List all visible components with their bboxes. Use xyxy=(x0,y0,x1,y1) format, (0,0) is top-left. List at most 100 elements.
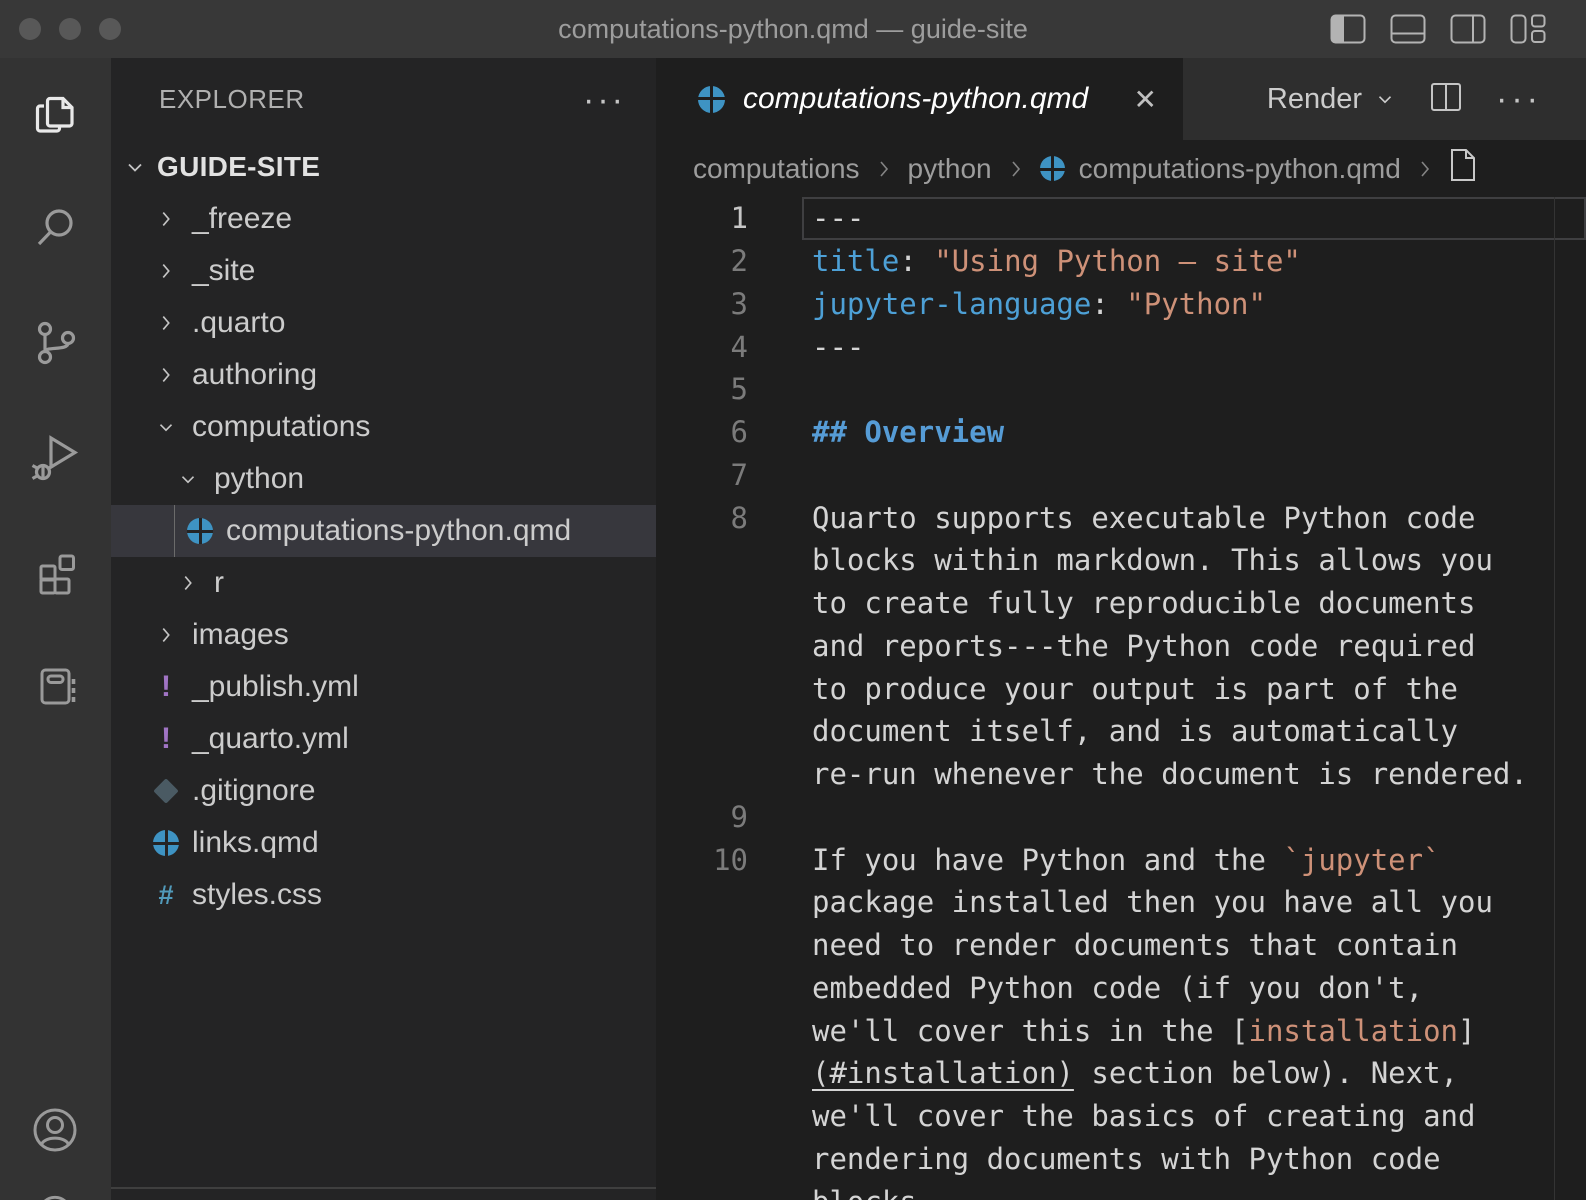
outline-section[interactable]: OUTLINE xyxy=(111,1187,656,1200)
explorer-files-icon[interactable] xyxy=(30,89,82,141)
code-line-wrap[interactable]: package installed then you have all you xyxy=(656,881,1586,924)
line-number: 4 xyxy=(656,330,748,364)
title-bar: computations-python.qmd — guide-site xyxy=(0,0,1586,58)
code-line-wrap[interactable]: to create fully reproducible documents xyxy=(656,582,1586,625)
code-line-wrap[interactable]: and reports---the Python code required xyxy=(656,625,1586,668)
code-line-wrap[interactable]: to produce your output is part of the xyxy=(656,667,1586,710)
render-label: Render xyxy=(1267,83,1362,116)
file-tree: _freeze _site.quarto authoring computations… xyxy=(111,193,656,921)
code-line-5[interactable]: 5 xyxy=(656,368,1586,411)
minimize-window-icon[interactable] xyxy=(59,18,81,40)
gear-icon[interactable] xyxy=(31,1189,79,1200)
code-text: (#installation) section below). Next, xyxy=(748,1056,1458,1090)
search-icon[interactable] xyxy=(30,203,82,255)
split-editor-icon[interactable] xyxy=(1430,82,1462,117)
render-button[interactable]: Render xyxy=(1267,83,1396,116)
zoom-window-icon[interactable] xyxy=(99,18,121,40)
chevron-right-icon xyxy=(1006,157,1026,181)
code-text: --- xyxy=(748,330,864,364)
tree-item-computations-python.qmd[interactable]: computations-python.qmd xyxy=(111,505,656,557)
code-line-wrap[interactable]: blocks within markdown. This allows you xyxy=(656,539,1586,582)
tree-item-label: images xyxy=(192,618,289,652)
tab-computations-python[interactable]: computations-python.qmd ✕ xyxy=(656,58,1183,140)
code-line-7[interactable]: 7 xyxy=(656,454,1586,497)
tree-item-_quarto.yml[interactable]: !_quarto.yml xyxy=(111,713,656,765)
line-number: 9 xyxy=(656,800,748,834)
tree-item-styles.css[interactable]: #styles.css xyxy=(111,869,656,921)
code-line-9[interactable]: 9 xyxy=(656,796,1586,839)
quarto-file-icon xyxy=(1040,156,1065,181)
tree-item-images[interactable]: images xyxy=(111,609,656,661)
tree-item-authoring[interactable]: authoring xyxy=(111,349,656,401)
line-number: 10 xyxy=(656,843,748,877)
close-tab-icon[interactable]: ✕ xyxy=(1134,83,1157,116)
breadcrumb-python[interactable]: python xyxy=(908,153,992,185)
breadcrumb-file[interactable]: computations-python.qmd xyxy=(1079,153,1401,185)
tab-label: computations-python.qmd xyxy=(743,82,1088,116)
code-line-wrap[interactable]: rendering documents with Python code xyxy=(656,1138,1586,1181)
code-line-4[interactable]: 4--- xyxy=(656,325,1586,368)
code-text: ## Overview xyxy=(748,415,1004,449)
explorer-more-actions-icon[interactable]: ··· xyxy=(583,90,626,110)
code-text: re-run whenever the document is rendered… xyxy=(748,757,1528,791)
tree-item-label: _quarto.yml xyxy=(192,722,349,756)
code-line-wrap[interactable]: we'll cover the basics of creating and xyxy=(656,1095,1586,1138)
code-text: need to render documents that contain xyxy=(748,928,1458,962)
tree-item-.quarto[interactable]: .quarto xyxy=(111,297,656,349)
tree-item-label: computations xyxy=(192,410,370,444)
chevron-right-icon xyxy=(155,624,177,646)
tree-item-label: r xyxy=(214,566,224,600)
code-text: document itself, and is automatically xyxy=(748,714,1458,748)
tree-item-computations[interactable]: computations xyxy=(111,401,656,453)
close-window-icon[interactable] xyxy=(19,18,41,40)
chevron-down-icon xyxy=(155,416,177,438)
editor-more-actions-icon[interactable]: ··· xyxy=(1496,80,1542,119)
code-line-3[interactable]: 3jupyter-language: "Python" xyxy=(656,283,1586,326)
code-line-2[interactable]: 2title: "Using Python — site" xyxy=(656,240,1586,283)
run-debug-icon[interactable] xyxy=(30,431,82,483)
code-line-6[interactable]: 6## Overview xyxy=(656,411,1586,454)
section-guide-site[interactable]: GUIDE-SITE xyxy=(111,141,656,193)
notebook-icon[interactable] xyxy=(30,659,82,711)
toggle-panel-icon[interactable] xyxy=(1390,14,1426,44)
quarto-file-icon xyxy=(153,830,179,856)
chevron-down-icon xyxy=(123,155,147,179)
account-icon[interactable] xyxy=(29,1104,81,1156)
code-line-8[interactable]: 8Quarto supports executable Python code xyxy=(656,496,1586,539)
yaml-file-icon: ! xyxy=(161,674,171,700)
tree-item-label: _freeze xyxy=(192,202,292,236)
code-line-wrap[interactable]: document itself, and is automatically xyxy=(656,710,1586,753)
code-text: If you have Python and the `jupyter` xyxy=(748,843,1441,877)
tree-item-links.qmd[interactable]: links.qmd xyxy=(111,817,656,869)
chevron-right-icon xyxy=(155,312,177,334)
chevron-right-icon xyxy=(177,572,199,594)
toggle-secondary-sidebar-icon[interactable] xyxy=(1450,14,1486,44)
tree-item-_site[interactable]: _site xyxy=(111,245,656,297)
code-text: to create fully reproducible documents xyxy=(748,586,1475,620)
code-text: we'll cover the basics of creating and xyxy=(748,1099,1475,1133)
tree-item-_freeze[interactable]: _freeze xyxy=(111,193,656,245)
extensions-icon[interactable] xyxy=(30,545,82,597)
chevron-right-icon xyxy=(1415,157,1435,181)
tree-item-_publish.yml[interactable]: ! _publish.yml xyxy=(111,661,656,713)
code-line-wrap[interactable]: we'll cover this in the [installation] xyxy=(656,1009,1586,1052)
code-line-wrap[interactable]: need to render documents that contain xyxy=(656,924,1586,967)
code-line-wrap[interactable]: embedded Python code (if you don't, xyxy=(656,967,1586,1010)
tree-item-r[interactable]: r xyxy=(111,557,656,609)
source-control-icon[interactable] xyxy=(30,317,82,369)
customize-layout-icon[interactable] xyxy=(1510,14,1546,44)
tree-item-.gitignore[interactable]: .gitignore xyxy=(111,765,656,817)
code-text: to produce your output is part of the xyxy=(748,672,1458,706)
code-editor[interactable]: 1 --- 2title: "Using Python — site"3jupyte… xyxy=(656,197,1586,1200)
toggle-primary-sidebar-icon[interactable] xyxy=(1330,14,1366,44)
tree-item-label: _publish.yml xyxy=(192,670,359,704)
tree-item-python[interactable]: python xyxy=(111,453,656,505)
code-line-10[interactable]: 10If you have Python and the `jupyter` xyxy=(656,838,1586,881)
breadcrumb-computations[interactable]: computations xyxy=(693,153,860,185)
tree-item-label: authoring xyxy=(192,358,317,392)
vscode-window: computations-python.qmd — guide-site xyxy=(0,0,1586,1200)
line-number: 1 xyxy=(656,201,748,235)
code-line-wrap[interactable]: (#installation) section below). Next, xyxy=(656,1052,1586,1095)
code-line-wrap[interactable]: blocks. xyxy=(656,1180,1586,1200)
code-line-wrap[interactable]: re-run whenever the document is rendered… xyxy=(656,753,1586,796)
